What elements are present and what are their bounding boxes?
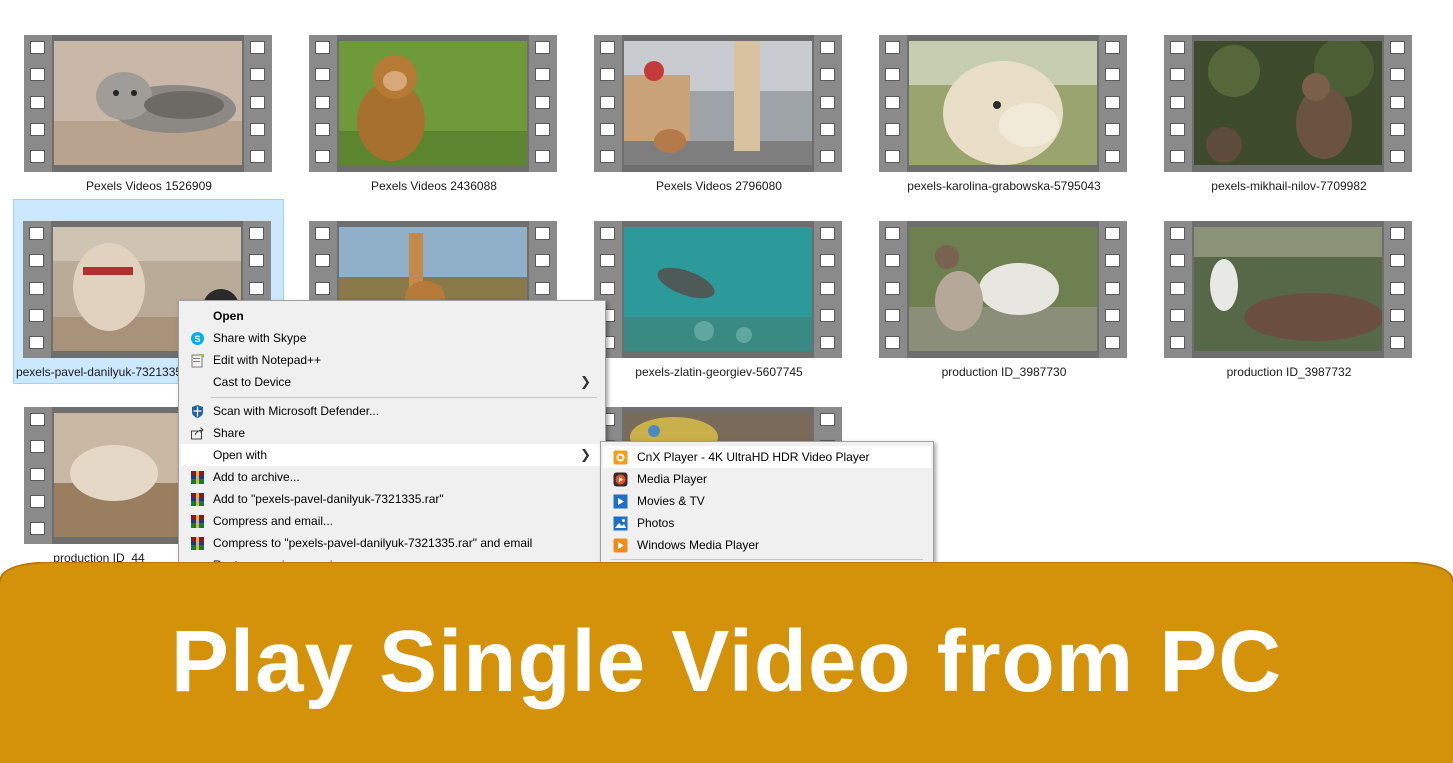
- thumbnail-seal: [54, 41, 242, 165]
- menu-item-compress-to-rar-and-email[interactable]: Compress to "pexels-pavel-danilyuk-73213…: [181, 532, 603, 554]
- film-strip-left: [1164, 35, 1192, 172]
- thumbnail-white-horse: [1194, 227, 1382, 351]
- movies-tv-icon: [613, 494, 628, 509]
- file-tile[interactable]: Pexels Videos 2436088: [299, 13, 569, 199]
- film-strip-left: [879, 221, 907, 358]
- video-thumbnail: [879, 35, 1127, 172]
- submenu-item-media-player[interactable]: Media Player: [603, 468, 931, 490]
- context-menu: Open S Share with Skype Edit with Notepa…: [178, 300, 606, 575]
- video-thumbnail: [24, 35, 272, 172]
- winrar-icon: [190, 536, 205, 551]
- file-tile[interactable]: pexels-zlatin-georgiev-5607745: [584, 199, 854, 385]
- file-name: Pexels Videos 2796080: [656, 179, 782, 193]
- file-name: Pexels Videos 1526909: [86, 179, 212, 193]
- title-banner: Play Single Video from PC: [0, 562, 1453, 763]
- film-strip-left: [23, 221, 51, 358]
- film-strip-right: [814, 221, 842, 358]
- submenu-item-windows-media-player[interactable]: Windows Media Player: [603, 534, 931, 556]
- submenu-item-movies-tv[interactable]: Movies & TV: [603, 490, 931, 512]
- file-name: pexels-mikhail-nilov-7709982: [1211, 179, 1367, 193]
- thumbnail-monkeys-forest: [1194, 41, 1382, 165]
- file-tile[interactable]: Pexels Videos 2796080: [584, 13, 854, 199]
- menu-item-open-with[interactable]: Open with ❯: [181, 444, 603, 466]
- winrar-icon: [190, 514, 205, 529]
- file-name: Pexels Videos 2436088: [371, 179, 497, 193]
- film-strip-right: [1384, 35, 1412, 172]
- menu-item-add-to-archive[interactable]: Add to archive...: [181, 466, 603, 488]
- menu-separator: [211, 397, 597, 398]
- video-thumbnail: [594, 221, 842, 358]
- cnx-player-icon: [613, 450, 628, 465]
- file-tile[interactable]: pexels-mikhail-nilov-7709982: [1154, 13, 1424, 199]
- file-tile[interactable]: pexels-karolina-grabowska-5795043: [869, 13, 1139, 199]
- film-strip-right: [1099, 35, 1127, 172]
- file-tile[interactable]: production ID_3987730: [869, 199, 1139, 385]
- winrar-icon: [190, 492, 205, 507]
- film-strip-right: [814, 35, 842, 172]
- video-thumbnail: [594, 35, 842, 172]
- menu-item-compress-and-email[interactable]: Compress and email...: [181, 510, 603, 532]
- menu-item-share[interactable]: Share: [181, 422, 603, 444]
- film-strip-right: [529, 35, 557, 172]
- open-with-submenu: CnX Player - 4K UltraHD HDR Video Player…: [600, 441, 934, 575]
- windows-media-player-icon: [613, 538, 628, 553]
- film-strip-left: [24, 407, 52, 544]
- film-strip-left: [309, 35, 337, 172]
- file-name: production ID_3987732: [1226, 365, 1352, 379]
- thumbnail-sea-lion: [624, 227, 812, 351]
- film-strip-left: [594, 35, 622, 172]
- film-strip-left: [24, 35, 52, 172]
- submenu-item-cnx-player[interactable]: CnX Player - 4K UltraHD HDR Video Player: [603, 446, 931, 468]
- winrar-icon: [190, 470, 205, 485]
- menu-item-share-with-skype[interactable]: S Share with Skype: [181, 327, 603, 349]
- film-strip-left: [879, 35, 907, 172]
- film-strip-right: [1384, 221, 1412, 358]
- skype-icon: S: [190, 331, 205, 346]
- thumbnail-monkey: [339, 41, 527, 165]
- notepad-plus-plus-icon: [190, 353, 205, 368]
- video-thumbnail: [1164, 221, 1412, 358]
- film-strip-left: [1164, 221, 1192, 358]
- film-strip-right: [244, 35, 272, 172]
- file-tile[interactable]: Pexels Videos 1526909: [14, 13, 284, 199]
- video-thumbnail: [879, 221, 1127, 358]
- defender-shield-icon: [190, 404, 205, 419]
- photos-icon: [613, 516, 628, 531]
- menu-item-open[interactable]: Open: [181, 305, 603, 327]
- menu-item-add-to-rar[interactable]: Add to "pexels-pavel-danilyuk-7321335.ra…: [181, 488, 603, 510]
- film-strip-right: [1099, 221, 1127, 358]
- thumbnail-horses: [909, 227, 1097, 351]
- menu-separator: [611, 559, 923, 560]
- file-name: pexels-zlatin-georgiev-5607745: [635, 365, 803, 379]
- thumbnail-dog-walk: [624, 41, 812, 165]
- menu-item-edit-with-notepad-plus-plus[interactable]: Edit with Notepad++: [181, 349, 603, 371]
- submenu-item-photos[interactable]: Photos: [603, 512, 931, 534]
- video-thumbnail: [1164, 35, 1412, 172]
- banner-title: Play Single Video from PC: [170, 613, 1283, 710]
- video-thumbnail: [309, 35, 557, 172]
- menu-item-scan-with-defender[interactable]: Scan with Microsoft Defender...: [181, 400, 603, 422]
- file-name: production ID_3987730: [941, 365, 1067, 379]
- svg-text:S: S: [194, 334, 200, 344]
- chevron-right-icon: ❯: [580, 447, 591, 462]
- chevron-right-icon: ❯: [580, 374, 591, 389]
- file-name: pexels-karolina-grabowska-5795043: [907, 179, 1101, 193]
- share-icon: [190, 426, 205, 441]
- media-player-icon: [613, 472, 628, 487]
- menu-item-cast-to-device[interactable]: Cast to Device ❯: [181, 371, 603, 393]
- file-tile[interactable]: production ID_3987732: [1154, 199, 1424, 385]
- thumbnail-alpaca: [909, 41, 1097, 165]
